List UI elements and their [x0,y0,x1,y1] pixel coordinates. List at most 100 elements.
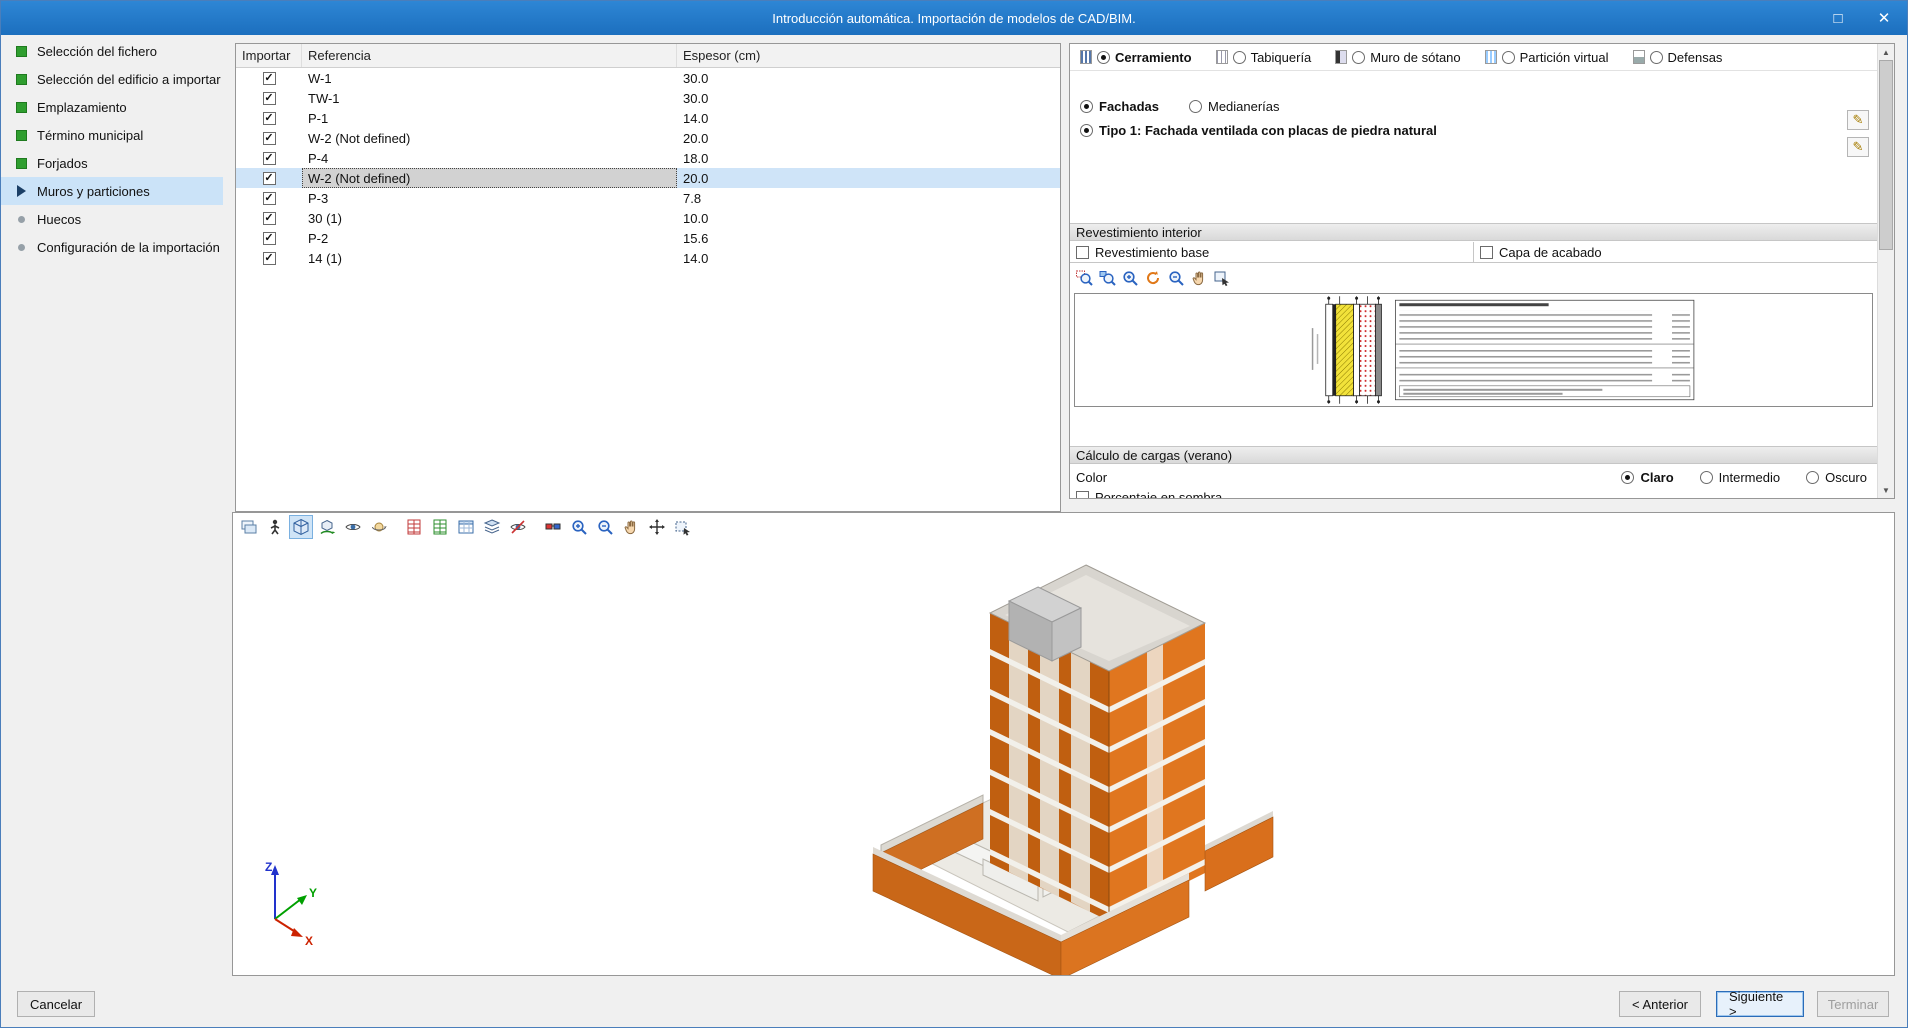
table-row[interactable]: 14 (1)14.0 [236,248,1060,268]
grid-icon[interactable] [454,515,478,539]
import-checkbox[interactable] [263,212,276,225]
person-icon[interactable] [263,515,287,539]
checkbox-label: Revestimiento base [1095,245,1209,260]
export-view-icon[interactable] [1212,268,1232,288]
3d-viewport[interactable]: Z Y X [233,541,1894,975]
panel-scrollbar[interactable]: ▲ ▼ [1877,44,1894,498]
zoom-window-icon[interactable] [1074,268,1094,288]
radio[interactable] [1080,124,1093,137]
table-row[interactable]: P-215.6 [236,228,1060,248]
table-row[interactable]: W-130.0 [236,68,1060,88]
table-row-selected[interactable]: W-2 (Not defined)20.0 [236,168,1060,188]
zoom-out-icon[interactable] [1166,268,1186,288]
tab-defensas[interactable]: Defensas [1633,50,1723,65]
tab-radio[interactable] [1650,51,1663,64]
maximize-button[interactable]: □ [1815,1,1861,35]
zoom-in-icon[interactable] [1120,268,1140,288]
pan-hand-icon[interactable] [619,515,643,539]
radio[interactable] [1189,100,1202,113]
scroll-up-icon[interactable]: ▲ [1878,44,1894,60]
tab-particion-virtual[interactable]: Partición virtual [1485,50,1609,65]
table-row[interactable]: W-2 (Not defined)20.0 [236,128,1060,148]
sidebar-item-configuracion[interactable]: Configuración de la importación [1,233,223,261]
edit-type-button[interactable]: ✎ [1847,110,1869,130]
pan-hand-icon[interactable] [1189,268,1209,288]
capa-acabado-checkbox[interactable] [1480,246,1493,259]
radio-oscuro[interactable]: Oscuro [1806,470,1867,485]
cerramiento-icon [1080,50,1092,64]
sidebar-item-emplazamiento[interactable]: Emplazamiento [1,93,223,121]
scrollbar-thumb[interactable] [1879,60,1893,250]
edit-layers-button[interactable]: ✎ [1847,137,1869,157]
tab-cerramiento[interactable]: Cerramiento [1080,50,1192,65]
table-row[interactable]: P-418.0 [236,148,1060,168]
sidebar-item-muros-particiones[interactable]: Muros y particiones [1,177,223,205]
solid-view-icon[interactable] [289,515,313,539]
layers-icon[interactable] [237,515,261,539]
sidebar-item-forjados[interactable]: Forjados [1,149,223,177]
sidebar-item-label: Muros y particiones [37,184,150,199]
import-checkbox[interactable] [263,112,276,125]
import-checkbox[interactable] [263,172,276,185]
sidebar-item-label: Configuración de la importación [37,240,220,255]
revestimiento-base-option[interactable]: Revestimiento base [1070,242,1473,262]
radio-claro[interactable]: Claro [1621,470,1673,485]
import-checkbox[interactable] [263,72,276,85]
reference-cell: P-3 [302,188,677,208]
import-checkbox[interactable] [263,232,276,245]
cancel-button[interactable]: Cancelar [17,991,95,1017]
table-row[interactable]: TW-130.0 [236,88,1060,108]
next-button[interactable]: Siguiente > [1716,991,1804,1017]
radio[interactable] [1621,471,1634,484]
radio[interactable] [1080,100,1093,113]
sidebar-item-huecos[interactable]: Huecos [1,205,223,233]
reference-cell: 30 (1) [302,208,677,228]
tab-muro-sotano[interactable]: Muro de sótano [1335,50,1460,65]
import-checkbox[interactable] [263,152,276,165]
close-button[interactable]: ✕ [1861,1,1907,35]
sidebar-item-seleccion-edificio[interactable]: Selección del edificio a importar [1,65,223,93]
radio[interactable] [1806,471,1819,484]
radio[interactable] [1700,471,1713,484]
muro-sotano-icon [1335,50,1347,64]
revestimiento-base-checkbox[interactable] [1076,246,1089,259]
visibility-icon[interactable] [341,515,365,539]
orbit-icon[interactable] [367,515,391,539]
tab-radio[interactable] [1352,51,1365,64]
tab-radio[interactable] [1233,51,1246,64]
sidebar-item-termino-municipal[interactable]: Término municipal [1,121,223,149]
zoom-out-icon[interactable] [593,515,617,539]
glasses-icon[interactable] [541,515,565,539]
shade-checkbox[interactable] [1076,491,1089,500]
radio-intermedio[interactable]: Intermedio [1700,470,1780,485]
radio-medianerias[interactable]: Medianerías [1189,99,1280,114]
redraw-icon[interactable] [1143,268,1163,288]
table-row[interactable]: P-37.8 [236,188,1060,208]
rotate-view-icon[interactable] [315,515,339,539]
table-row[interactable]: P-114.0 [236,108,1060,128]
zoom-extents-icon[interactable] [1097,268,1117,288]
import-checkbox[interactable] [263,92,276,105]
zoom-in-icon[interactable] [567,515,591,539]
import-checkbox[interactable] [263,252,276,265]
radio-fachadas[interactable]: Fachadas [1080,99,1159,114]
previous-button[interactable]: < Anterior [1619,991,1701,1017]
tab-radio[interactable] [1502,51,1515,64]
stack-icon[interactable] [480,515,504,539]
scroll-down-icon[interactable]: ▼ [1878,482,1894,498]
capa-acabado-option[interactable]: Capa de acabado [1473,242,1877,262]
capture-icon[interactable] [671,515,695,539]
tab-tabiqueria[interactable]: Tabiquería [1216,50,1312,65]
hide-icon[interactable] [506,515,530,539]
floors-green-icon[interactable] [428,515,452,539]
import-checkbox[interactable] [263,132,276,145]
tab-radio[interactable] [1097,51,1110,64]
floors-red-icon[interactable] [402,515,426,539]
table-row[interactable]: 30 (1)10.0 [236,208,1060,228]
pan-arrows-icon[interactable] [645,515,669,539]
shade-percentage-option[interactable]: Porcentaje en sombra [1076,488,1222,499]
wall-type-tabs: Cerramiento Tabiquería Muro de sótano Pa… [1070,44,1877,71]
radio-tipo-1[interactable]: Tipo 1: Fachada ventilada con placas de … [1080,123,1437,138]
import-checkbox[interactable] [263,192,276,205]
sidebar-item-seleccion-fichero[interactable]: Selección del fichero [1,37,223,65]
